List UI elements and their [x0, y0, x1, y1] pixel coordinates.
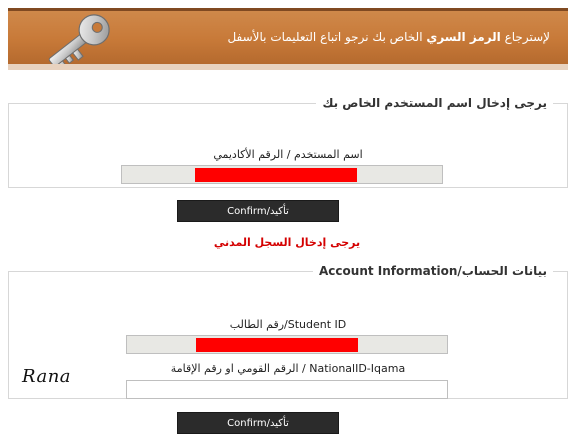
- confirm-username-button[interactable]: Confirm/تأكيد: [177, 200, 339, 222]
- redacted-student-id-value: [196, 338, 358, 352]
- error-message: يرجى إدخال السجل المدني: [213, 236, 361, 249]
- account-info-legend: بيانات الحساب/Account Information: [319, 264, 547, 278]
- header-title-prefix: لإسترجاع: [500, 30, 550, 44]
- key-icon: [48, 14, 110, 64]
- page-header: لإسترجاع الرمز السري الخاص بك نرجو اتباع…: [8, 8, 568, 70]
- username-input[interactable]: [121, 165, 443, 184]
- redacted-username-value: [195, 168, 357, 182]
- recover-password-page: لإسترجاع الرمز السري الخاص بك نرجو اتباع…: [0, 0, 574, 442]
- national-id-input[interactable]: [126, 380, 448, 399]
- national-id-label: الرقم القومي او رقم الإقامة / NationalID…: [170, 362, 406, 375]
- signature-watermark: Rana: [22, 366, 72, 387]
- header-title-emphasis: الرمز السري: [426, 30, 501, 44]
- confirm-account-button[interactable]: Confirm/تأكيد: [177, 412, 339, 434]
- account-info-fieldset: بيانات الحساب/Account Information رقم ال…: [8, 264, 568, 399]
- header-title: لإسترجاع الرمز السري الخاص بك نرجو اتباع…: [227, 30, 550, 44]
- student-id-input[interactable]: [126, 335, 448, 354]
- username-fieldset: يرجى إدخال اسم المستخدم الخاص بك اسم الم…: [8, 96, 568, 188]
- header-title-suffix: الخاص بك نرجو اتباع التعليمات بالأسفل: [227, 30, 427, 44]
- student-id-label: رقم الطالب/Student ID: [229, 318, 347, 331]
- username-label: اسم المستخدم / الرقم الأكاديمي: [213, 148, 363, 161]
- username-legend: يرجى إدخال اسم المستخدم الخاص بك: [322, 96, 547, 110]
